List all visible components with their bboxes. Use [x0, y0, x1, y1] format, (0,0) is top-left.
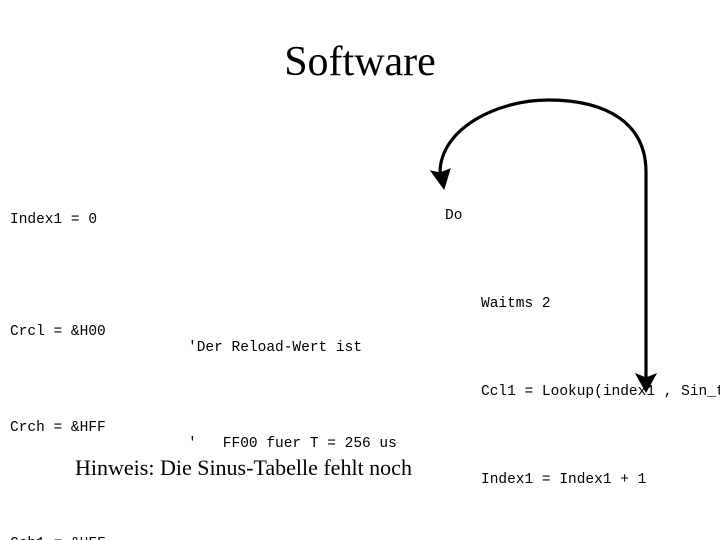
comment: 'Der Reload-Wert ist: [188, 340, 362, 356]
code-line: Cch1 = &HFF 'High Byte des Compare-Reg: [10, 520, 450, 538]
stmt: Index1 = 0: [10, 212, 97, 228]
left-code-column: Index1 = 0 Crcl = &H00 'Der Reload-Wert …: [10, 164, 450, 540]
hint-text: Hinweis: Die Sinus-Tabelle fehlt noch: [75, 455, 412, 481]
right-code-column: Do Waitms 2 Ccl1 = Lookup(index1 , Sin_t…: [445, 176, 715, 540]
stmt: Cch1 = &HFF: [10, 536, 106, 540]
stmt: Crch = &HFF: [10, 420, 106, 436]
code-line: Do: [445, 208, 715, 224]
page-title: Software: [0, 38, 720, 86]
code-line: Index1 = 0: [10, 196, 450, 214]
code-line: Crcl = &H00 'Der Reload-Wert ist: [10, 308, 450, 326]
code-line: Index1 = Index1 + 1: [445, 472, 715, 488]
code-line: Ccl1 = Lookup(index1 , Sin_tab): [445, 384, 715, 400]
stmt: Crcl = &H00: [10, 324, 106, 340]
slide: Software Index1 = 0 Crcl = &H00 'Der Rel…: [0, 0, 720, 540]
code-line: Waitms 2: [445, 296, 715, 312]
comment: ' FF00 fuer T = 256 us: [188, 436, 397, 452]
code-line: Crch = &HFF ' FF00 fuer T = 256 us: [10, 404, 450, 422]
